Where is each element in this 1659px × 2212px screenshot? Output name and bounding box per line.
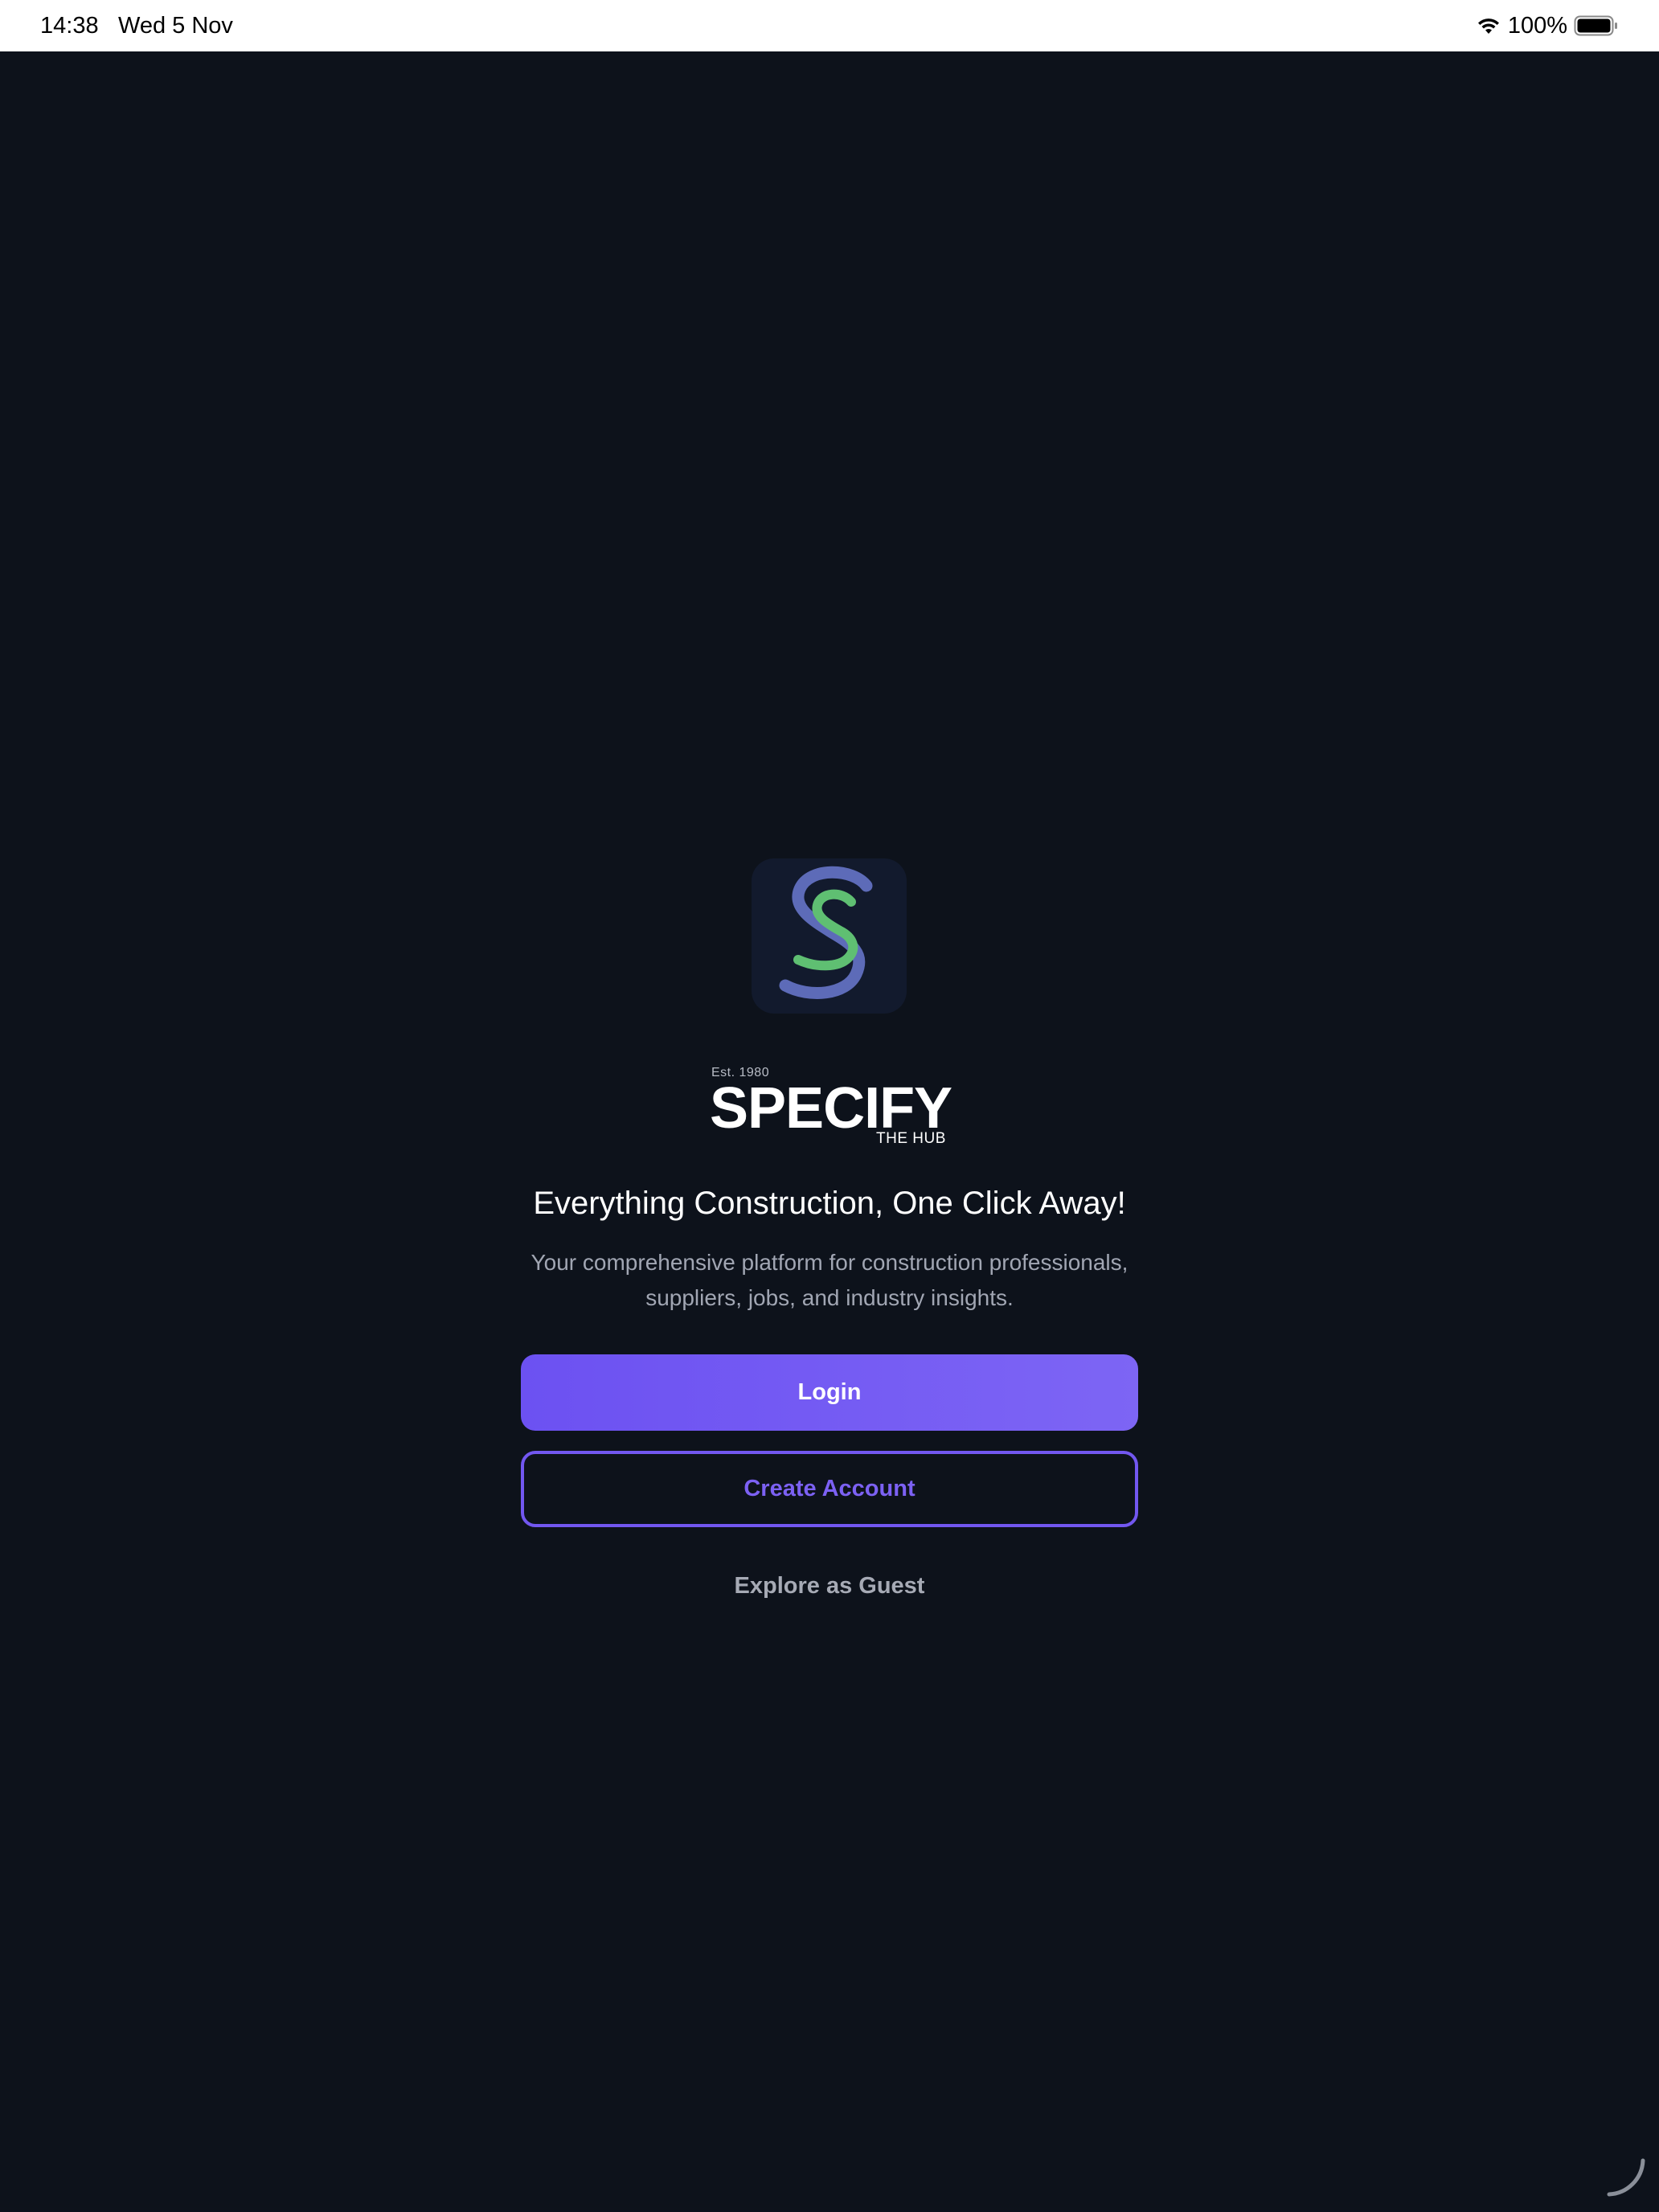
loading-spinner-icon: [1601, 2154, 1649, 2202]
brand-wordmark: Est. 1980 SPECIFY THE HUB: [0, 1060, 1659, 1149]
page-description: Your comprehensive platform for construc…: [530, 1250, 1129, 1310]
status-time: 14:38: [40, 13, 99, 39]
wifi-icon: [1476, 16, 1501, 35]
explore-as-guest-link[interactable]: Explore as Guest: [682, 1563, 977, 1608]
status-bar: 14:38 Wed 5 Nov 100%: [0, 0, 1659, 51]
welcome-screen: Est. 1980 SPECIFY THE HUB Everything Con…: [0, 51, 1659, 2212]
create-account-button[interactable]: Create Account: [521, 1451, 1138, 1527]
page-headline: Everything Construction, One Click Away!: [533, 1186, 1126, 1221]
status-indicators: 100%: [1476, 11, 1619, 40]
specify-logo-icon: [752, 858, 907, 1014]
status-date: Wed 5 Nov: [118, 13, 233, 39]
login-button[interactable]: Login: [521, 1354, 1138, 1431]
battery-icon: [1574, 15, 1619, 36]
brand-tagline: THE HUB: [876, 1130, 946, 1147]
battery-percent: 100%: [1507, 12, 1567, 39]
